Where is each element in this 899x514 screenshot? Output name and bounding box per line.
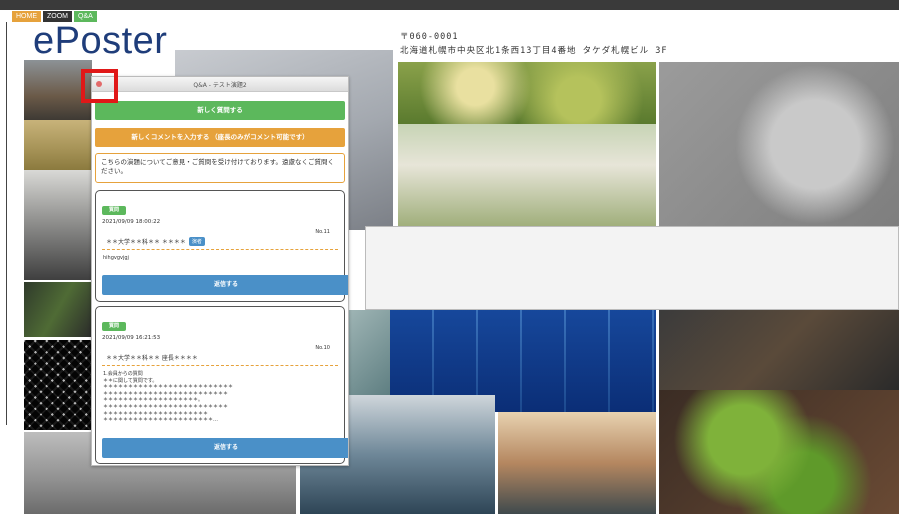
question-date: 2021/09/09 18:00:22 (102, 219, 161, 225)
reply-button[interactable]: 返信する (102, 438, 348, 458)
close-button-highlight (81, 69, 118, 103)
address-line: 北海道札幌市中央区北1条西13丁目4番地 タケダ札幌ビル 3F (400, 46, 668, 56)
poster-image-field (24, 120, 92, 170)
new-comment-button[interactable]: 新しくコメントを入力する （座長のみがコメント可能です） (95, 128, 345, 147)
poster-image-hearts (659, 62, 899, 227)
question-author-row: ＊＊大学＊＊科＊＊ 座長＊＊＊＊ (102, 353, 338, 366)
top-bar (0, 0, 899, 10)
blank-overlay-panel (365, 226, 899, 310)
poster-image-bokeh (398, 62, 656, 124)
top-nav: HOME ZOOM Q&A (12, 11, 97, 22)
poster-image-venice (498, 412, 656, 514)
presenter-badge: 演者 (188, 237, 205, 246)
poster-image-vegetables (659, 310, 899, 390)
nav-zoom-button[interactable]: ZOOM (43, 11, 72, 22)
question-badge: 質問 (102, 206, 127, 215)
qa-window: Q&A - テスト演題2 新しく質問する 新しくコメントを入力する （座長のみが… (91, 76, 349, 466)
question-date: 2021/09/09 16:21:53 (102, 335, 161, 341)
nav-qa-button[interactable]: Q&A (74, 11, 97, 22)
question-number: No.10 (315, 345, 330, 351)
poster-image-moss (659, 390, 899, 514)
question-author: ＊＊大学＊＊科＊＊ ＊＊＊＊ (106, 239, 186, 246)
question-author-row: ＊＊大学＊＊科＊＊ ＊＊＊＊ 演者 (102, 237, 338, 250)
reply-button[interactable]: 返信する (102, 275, 348, 295)
qa-notice: こちらの演題についてご意見・ご質問を受け付けております。遠慮なくご質問ください。 (95, 153, 345, 183)
question-text: hihgvgvjgj (103, 255, 129, 261)
question-number: No.11 (315, 229, 330, 235)
poster-image-pattern (24, 340, 92, 430)
nav-home-button[interactable]: HOME (12, 11, 41, 22)
new-question-button[interactable]: 新しく質問する (95, 101, 345, 120)
qa-titlebar[interactable]: Q&A - テスト演題2 (92, 77, 348, 92)
poster-image-balcony (398, 124, 656, 227)
poster-image-plant (24, 282, 92, 337)
eposter-logo: ePoster (33, 20, 168, 62)
question-text: 1.会員からの質問 ＊＊に関して質問です。 ＊＊＊＊＊＊＊＊＊＊＊＊＊＊＊＊＊＊… (103, 371, 234, 424)
question-card: 質問 2021/09/09 18:00:22 No.11 ＊＊大学＊＊科＊＊ ＊… (95, 190, 348, 302)
poster-image-kitchen (24, 170, 92, 280)
question-card: 質問 2021/09/09 16:21:53 No.10 ＊＊大学＊＊科＊＊ 座… (95, 306, 348, 464)
address-block: 〒060-0001 北海道札幌市中央区北1条西13丁目4番地 タケダ札幌ビル 3… (400, 30, 667, 58)
postal-code: 〒060-0001 (400, 32, 459, 42)
left-divider (6, 22, 7, 425)
qa-window-title: Q&A - テスト演題2 (193, 82, 247, 89)
qa-body: 新しく質問する 新しくコメントを入力する （座長のみがコメント可能です） こちら… (92, 92, 348, 464)
question-badge: 質問 (102, 322, 127, 331)
question-author: ＊＊大学＊＊科＊＊ 座長＊＊＊＊ (106, 355, 198, 362)
